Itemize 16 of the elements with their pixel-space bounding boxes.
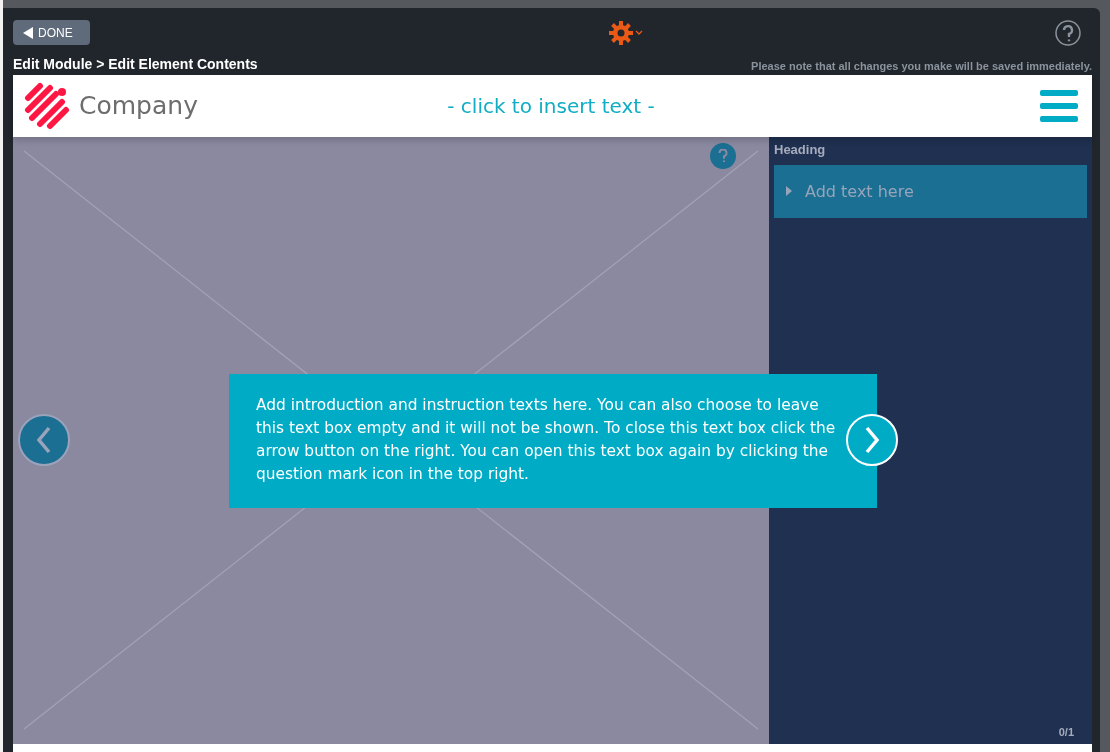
company-name: Company: [79, 91, 198, 121]
help-icon[interactable]: [1054, 18, 1082, 47]
chevron-left-icon: [36, 425, 52, 454]
save-note: Please note that all changes you make will be saved immediately.: [751, 58, 1092, 72]
slide-counter: 0/1: [1058, 725, 1074, 738]
menu-icon[interactable]: [1040, 89, 1078, 122]
accordion-item[interactable]: Add text here: [774, 164, 1087, 218]
intro-text: Add introduction and instruction texts here. You can also choose to leave this text box empty and it will not be shown. To close this text box click the arrow button on the right. You can open this text box again by clicking the question mark icon in the top right.: [256, 394, 837, 485]
done-button[interactable]: DONE: [13, 20, 90, 46]
question-icon: [718, 148, 728, 163]
chevron-right-icon: [864, 425, 880, 454]
breadcrumb: Edit Module > Edit Element Contents: [13, 56, 258, 73]
back-icon: [23, 26, 33, 39]
logo-icon: [24, 81, 72, 130]
sidebar-heading: Heading: [774, 141, 827, 157]
header-title[interactable]: - click to insert text -: [447, 93, 655, 118]
